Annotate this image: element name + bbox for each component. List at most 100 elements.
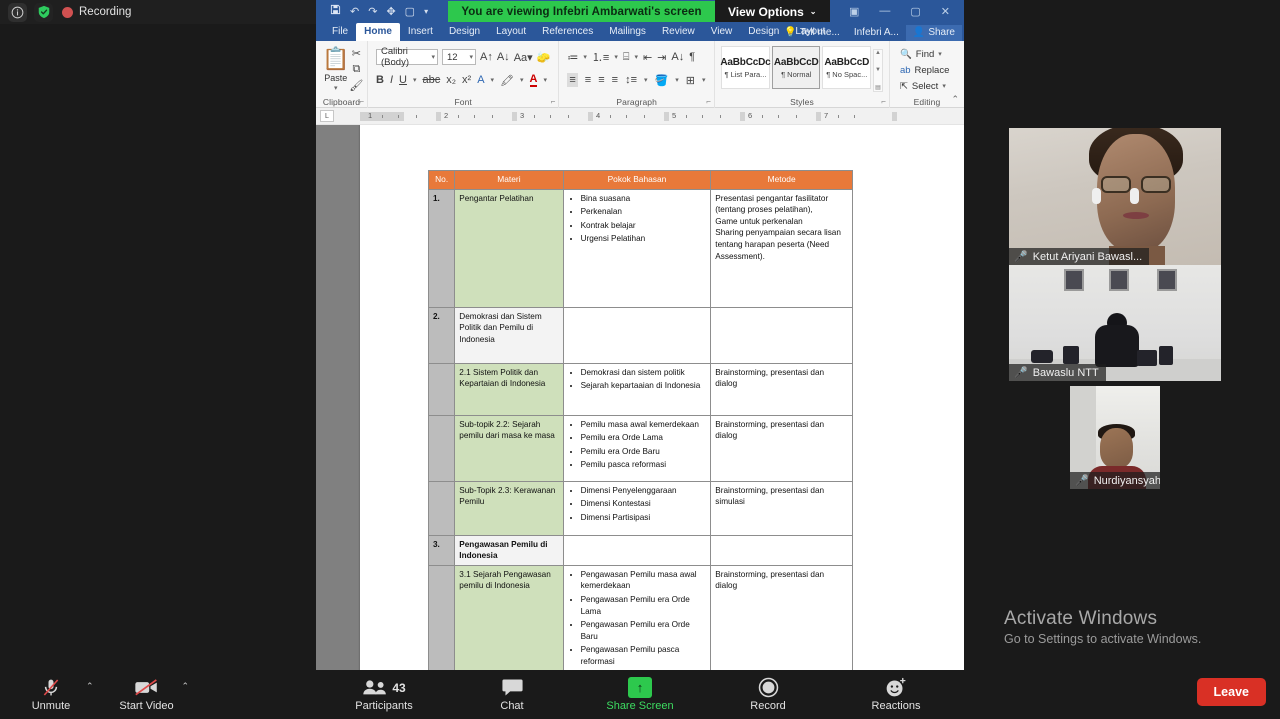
record-button[interactable]: Record [728, 677, 808, 712]
align-right-icon[interactable]: ≡ [598, 74, 604, 86]
show-marks-icon[interactable]: ¶ [689, 51, 695, 63]
superscript-icon[interactable]: x² [462, 74, 471, 86]
underline-caret-icon[interactable]: ▾ [413, 76, 417, 84]
undo-icon[interactable]: ↶ [350, 5, 359, 18]
info-circle-icon[interactable] [8, 2, 27, 22]
highlight-caret-icon[interactable]: ▾ [520, 76, 524, 84]
strikethrough-icon[interactable]: abc [422, 74, 440, 86]
format-painter-icon[interactable]: 🖌 [349, 79, 363, 92]
new-doc-icon[interactable]: ▢ [405, 5, 415, 18]
leave-button[interactable]: Leave [1196, 678, 1266, 706]
text-effects-caret-icon[interactable]: ▾ [491, 76, 495, 84]
change-case-icon[interactable]: Aa▾ [514, 51, 533, 64]
tab-stop-selector[interactable]: L [320, 110, 334, 122]
multilevel-list-icon[interactable]: ⌸ [623, 51, 630, 64]
sort-icon[interactable]: A↓ [671, 51, 684, 63]
find-caret-icon[interactable]: ▾ [938, 50, 942, 58]
save-icon[interactable] [330, 4, 341, 18]
tab-design[interactable]: Design [441, 23, 488, 41]
close-icon[interactable]: ✕ [941, 5, 950, 18]
unmute-button[interactable]: Unmute [20, 677, 82, 712]
recording-indicator[interactable]: Recording [62, 6, 131, 18]
tab-mailings[interactable]: Mailings [601, 23, 654, 41]
bullets-icon[interactable]: ≔ [567, 51, 578, 64]
styles-dialog-launcher-icon[interactable]: ⌐ [881, 97, 886, 106]
video-options-chevron-up-icon[interactable]: ⌃ [182, 681, 190, 692]
account-button[interactable]: Infebri A... [847, 25, 906, 41]
bullets-caret-icon[interactable]: ▾ [583, 53, 587, 61]
italic-icon[interactable]: I [390, 74, 393, 86]
numbering-icon[interactable]: ⒈≡ [592, 49, 609, 65]
paste-caret-icon[interactable]: ▾ [334, 84, 338, 92]
find-button[interactable]: 🔍 Find ▾ [896, 46, 958, 62]
more-styles-icon[interactable]: ▤ [875, 84, 881, 91]
start-video-button[interactable]: Start Video [116, 677, 178, 712]
shrink-font-icon[interactable]: A↓ [497, 51, 510, 63]
numbering-caret-icon[interactable]: ▾ [614, 53, 618, 61]
style-item-normal[interactable]: AaBbCcD ¶ Normal [771, 46, 821, 89]
video-tile-bawaslu-ntt[interactable]: 🎤 Bawaslu NTT [1009, 265, 1221, 381]
line-spacing-caret-icon[interactable]: ▾ [644, 76, 648, 84]
tab-layout[interactable]: Layout [488, 23, 534, 41]
view-options-button[interactable]: View Options ⌄ [715, 0, 830, 23]
decrease-indent-icon[interactable]: ⇤ [643, 51, 652, 64]
align-left-icon[interactable]: ≡ [567, 73, 578, 87]
participants-button[interactable]: 43 Participants [344, 677, 424, 712]
bold-icon[interactable]: B [376, 74, 384, 86]
replace-button[interactable]: ab Replace [896, 62, 958, 78]
styles-gallery-scroll[interactable]: ▲ ▼ ▤ [873, 49, 883, 92]
select-button[interactable]: ⇱ Select ▾ [896, 78, 958, 94]
align-center-icon[interactable]: ≡ [585, 74, 591, 86]
tab-references[interactable]: References [534, 23, 601, 41]
document-ruler[interactable]: L 1 2 3 4 5 6 7 [316, 108, 964, 125]
font-name-combo[interactable]: Calibri (Body) ▾ [376, 46, 438, 68]
subscript-icon[interactable]: x₂ [446, 74, 456, 86]
minimize-icon[interactable]: — [879, 5, 890, 17]
document-page[interactable]: No. Materi Pokok Bahasan Metode 1. Penga… [360, 125, 964, 670]
document-canvas[interactable]: No. Materi Pokok Bahasan Metode 1. Penga… [316, 125, 964, 670]
select-caret-icon[interactable]: ▾ [942, 82, 946, 90]
font-size-combo[interactable]: 12 ▾ [442, 49, 476, 65]
font-color-caret-icon[interactable]: ▾ [543, 76, 547, 84]
clipboard-dialog-launcher-icon[interactable]: ⌐ [359, 97, 364, 106]
share-button[interactable]: 👤 Share [905, 25, 962, 41]
customize-qat-icon[interactable]: ▾ [424, 7, 428, 16]
underline-icon[interactable]: U [399, 74, 407, 86]
restore-ribbon-icon[interactable]: ▣ [849, 5, 859, 18]
video-tile-nurdiyansyah-soleh[interactable]: 🎤 Nurdiyansyah Soleh [1070, 386, 1160, 489]
tell-me-box[interactable]: 💡 Tell me... [777, 25, 846, 41]
chevron-up-icon[interactable]: ▲ [875, 50, 881, 56]
line-spacing-icon[interactable]: ↕≡ [625, 74, 637, 86]
shading-icon[interactable]: 🪣 [655, 74, 669, 87]
borders-caret-icon[interactable]: ▾ [702, 76, 706, 84]
tab-home[interactable]: Home [356, 23, 400, 41]
paste-button[interactable]: 📋 Paste ▾ [322, 43, 349, 101]
tab-view[interactable]: View [703, 23, 741, 41]
increase-indent-icon[interactable]: ⇥ [657, 51, 666, 64]
shield-check-icon[interactable] [34, 2, 53, 22]
chevron-down-icon[interactable]: ▼ [875, 67, 881, 73]
tab-file[interactable]: File [324, 23, 356, 41]
text-effects-icon[interactable]: A [477, 74, 484, 86]
video-tile-ketut-ariyani[interactable]: 🎤 Ketut Ariyani Bawasl... [1009, 128, 1221, 265]
cut-icon[interactable]: ✂ [349, 47, 363, 60]
copy-icon[interactable]: ⧉ [349, 63, 363, 76]
justify-icon[interactable]: ≡ [612, 74, 618, 86]
tab-insert[interactable]: Insert [400, 23, 441, 41]
multilevel-caret-icon[interactable]: ▾ [634, 53, 638, 61]
shading-caret-icon[interactable]: ▾ [675, 76, 679, 84]
font-color-icon[interactable]: A [529, 73, 538, 87]
style-item-list-paragraph[interactable]: AaBbCcDc ¶ List Para... [720, 46, 771, 89]
grow-font-icon[interactable]: A↑ [480, 51, 493, 63]
touch-mode-icon[interactable]: ✥ [386, 5, 395, 18]
reactions-button[interactable]: Reactions [856, 677, 936, 712]
maximize-icon[interactable]: ▢ [910, 5, 920, 18]
style-item-no-spacing[interactable]: AaBbCcD ¶ No Spac... [822, 46, 872, 89]
borders-icon[interactable]: ⊞ [686, 74, 695, 87]
chat-button[interactable]: Chat [472, 677, 552, 712]
clear-formatting-icon[interactable]: 🧽 [537, 51, 551, 64]
redo-icon[interactable]: ↷ [368, 5, 377, 18]
font-dialog-launcher-icon[interactable]: ⌐ [551, 97, 556, 106]
share-screen-button[interactable]: ↑ Share Screen [600, 677, 680, 712]
collapse-ribbon-icon[interactable]: ⌃ [951, 94, 959, 105]
